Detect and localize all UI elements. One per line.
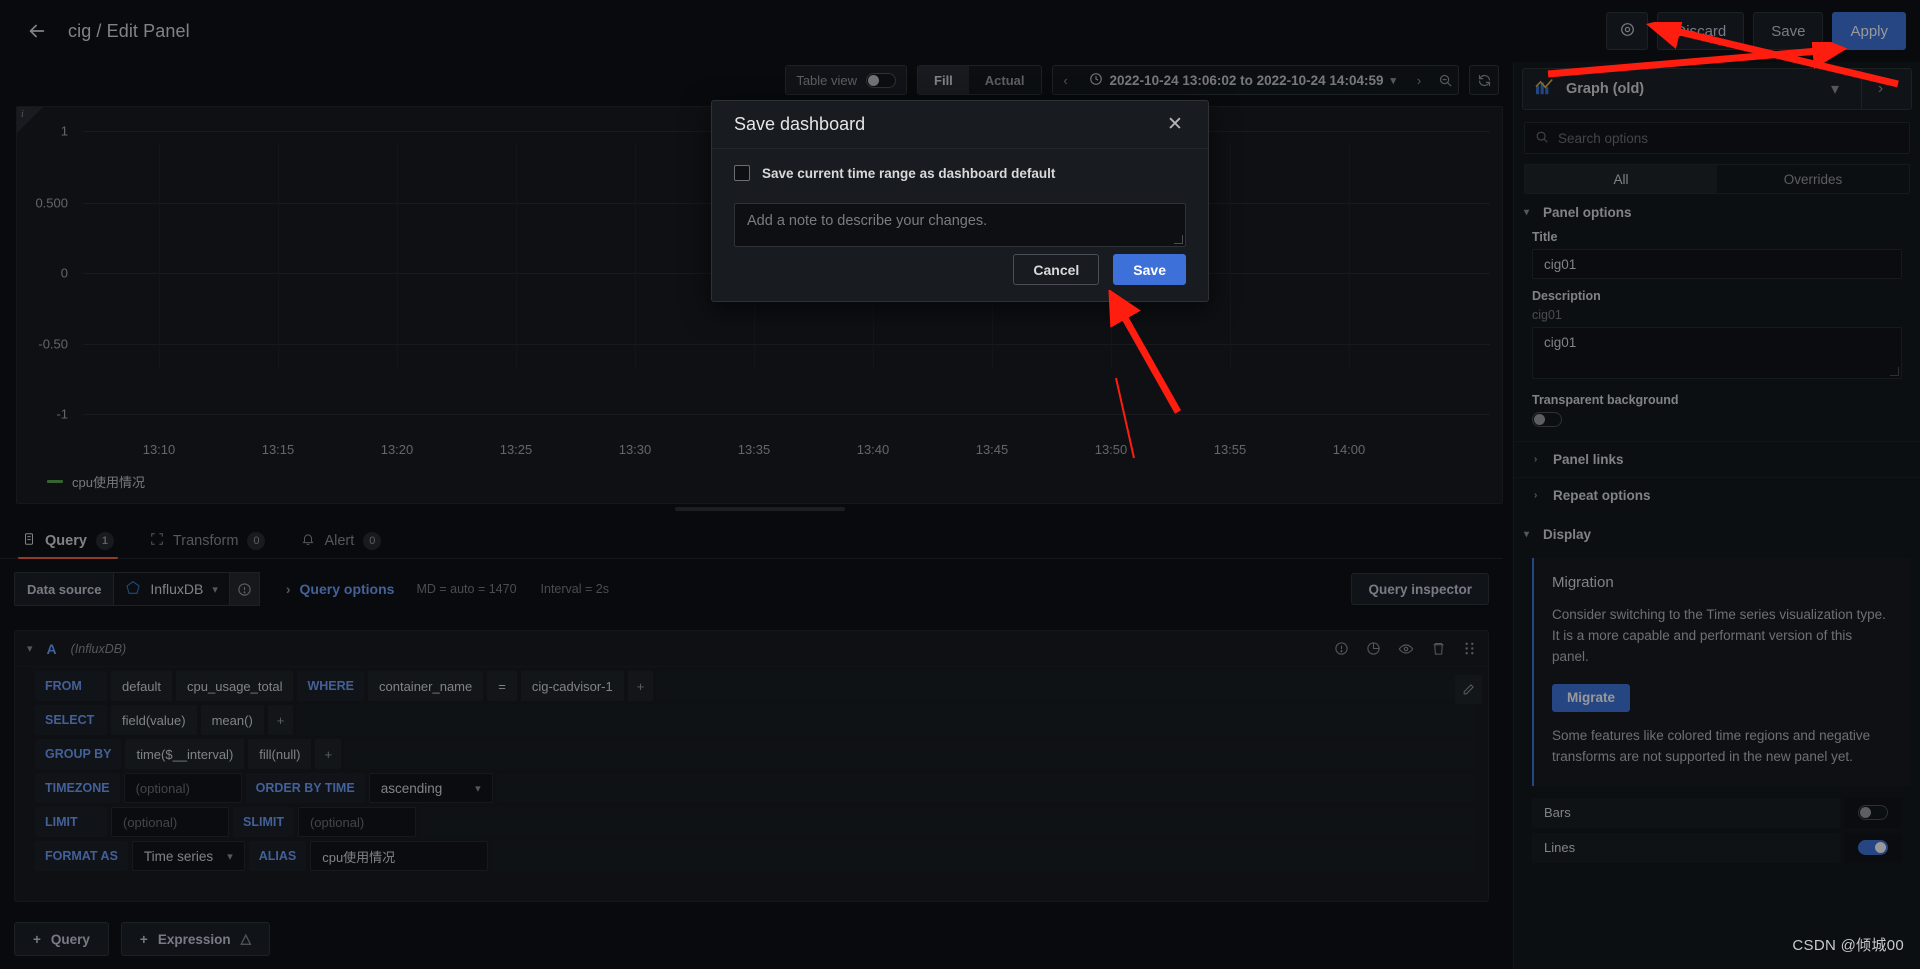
modal-save-button[interactable]: Save bbox=[1113, 254, 1186, 285]
save-dashboard-modal: Save dashboard ✕ Save current time range… bbox=[711, 100, 1209, 302]
modal-cancel-button[interactable]: Cancel bbox=[1013, 254, 1100, 285]
grafana-edit-panel-page: cig / Edit Panel Discard Save Apply Tabl… bbox=[0, 0, 1920, 969]
save-time-range-checkbox[interactable] bbox=[734, 165, 750, 181]
changes-note-textarea[interactable]: Add a note to describe your changes. bbox=[734, 203, 1186, 247]
save-time-range-label: Save current time range as dashboard def… bbox=[762, 165, 1056, 181]
close-icon[interactable]: ✕ bbox=[1164, 114, 1186, 136]
changes-note-placeholder: Add a note to describe your changes. bbox=[747, 213, 988, 229]
modal-header: Save dashboard ✕ bbox=[712, 101, 1208, 149]
modal-body: Save current time range as dashboard def… bbox=[712, 149, 1208, 247]
save-time-range-row[interactable]: Save current time range as dashboard def… bbox=[734, 165, 1186, 181]
modal-footer: Cancel Save bbox=[1013, 254, 1186, 285]
modal-title: Save dashboard bbox=[734, 114, 866, 134]
resize-grip-icon[interactable] bbox=[1174, 235, 1183, 244]
watermark-text: CSDN @倾城00 bbox=[1792, 937, 1904, 954]
